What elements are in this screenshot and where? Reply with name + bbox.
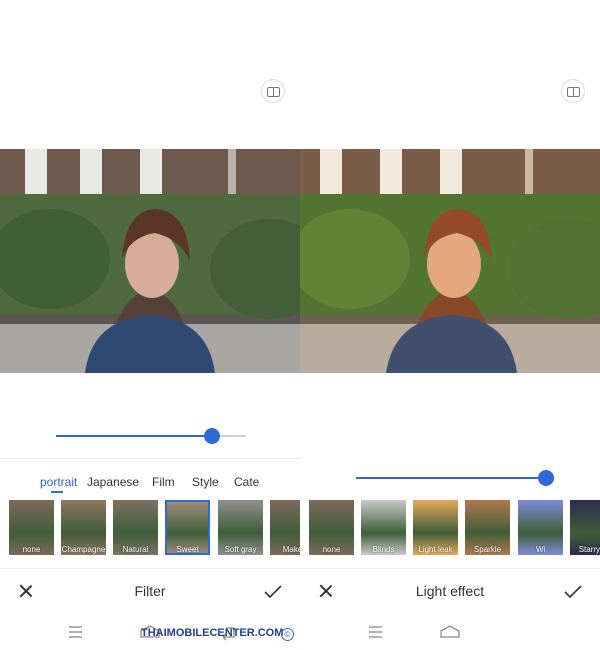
- effect-thumb-starry[interactable]: Starry c: [570, 500, 600, 555]
- thumb-label: Wi: [535, 545, 546, 554]
- filter-thumb-make[interactable]: Make: [270, 500, 300, 555]
- screen-title: Light effect: [415, 583, 485, 599]
- filter-intensity-slider[interactable]: [56, 428, 246, 444]
- thumb-label: Natural: [122, 545, 149, 554]
- effect-thumb-sparkle[interactable]: Sparkle: [465, 500, 510, 555]
- tab-style[interactable]: Style: [192, 475, 219, 489]
- slider-fill: [356, 477, 546, 479]
- slider-knob[interactable]: [203, 428, 220, 444]
- filter-thumb-champagne[interactable]: Champagne: [61, 500, 106, 555]
- system-nav-bar: [369, 625, 460, 638]
- tab-japanese[interactable]: Japanese: [87, 475, 139, 489]
- thumb-label: none: [22, 545, 41, 554]
- compare-button[interactable]: [561, 79, 585, 103]
- compare-icon: [267, 87, 280, 97]
- thumb-label: Make: [282, 545, 300, 554]
- menu-icon[interactable]: [69, 626, 82, 638]
- effect-thumb-light-leak[interactable]: Light leak: [413, 500, 458, 555]
- divider: [0, 458, 300, 459]
- divider: [300, 568, 600, 569]
- compare-icon: [567, 87, 580, 97]
- slider-fill: [56, 435, 212, 437]
- filter-thumb-none[interactable]: none: [9, 500, 54, 555]
- bottom-action-bar: Light effect: [300, 570, 600, 614]
- filter-screen: portrait Japanese Film Style Cate none C…: [0, 0, 300, 650]
- effect-thumb-window[interactable]: Wi: [518, 500, 563, 555]
- thumb-label: Starry c: [578, 545, 600, 554]
- thumb-label: Sparkle: [473, 545, 502, 554]
- check-icon[interactable]: [564, 585, 582, 599]
- home-icon[interactable]: [440, 625, 460, 638]
- divider: [0, 568, 300, 569]
- thumb-label: none: [322, 545, 341, 554]
- active-tab-indicator: [51, 491, 63, 493]
- filter-thumb-soft-gray[interactable]: Soft gray: [218, 500, 263, 555]
- menu-icon[interactable]: [369, 626, 382, 638]
- tab-cate[interactable]: Cate: [234, 475, 259, 489]
- slider-knob[interactable]: [538, 470, 554, 486]
- filter-thumb-natural[interactable]: Natural: [113, 500, 158, 555]
- thumb-label: Light leak: [418, 545, 453, 554]
- thumb-label: Soft gray: [224, 545, 257, 554]
- light-effect-intensity-slider[interactable]: [356, 470, 554, 486]
- bottom-action-bar: Filter: [0, 570, 300, 614]
- compare-button[interactable]: [261, 79, 285, 103]
- tab-portrait[interactable]: portrait: [40, 475, 77, 489]
- thumb-label: Sweet: [176, 545, 199, 554]
- tab-film[interactable]: Film: [152, 475, 175, 489]
- watermark-text: THAIMOBILECENTER.COM: [141, 627, 284, 639]
- light-effect-thumbnails: none Blinds Light leak Sparkle Wi Starry…: [300, 500, 600, 557]
- copyright-icon: ©: [281, 628, 294, 641]
- filter-thumbnails: none Champagne Natural Sweet Soft gray M…: [0, 500, 300, 557]
- thumb-label: Champagne: [61, 545, 106, 554]
- filter-category-tabs: portrait Japanese Film Style Cate: [0, 475, 300, 495]
- thumb-label: Blinds: [372, 545, 395, 554]
- screen-title: Filter: [134, 583, 166, 599]
- light-effect-screen: none Blinds Light leak Sparkle Wi Starry…: [300, 0, 600, 650]
- effect-thumb-blinds[interactable]: Blinds: [361, 500, 406, 555]
- effect-thumb-none[interactable]: none: [309, 500, 354, 555]
- portrait-photo: [0, 149, 300, 373]
- check-icon[interactable]: [264, 585, 282, 599]
- filter-thumb-sweet[interactable]: Sweet: [165, 500, 210, 555]
- portrait-photo-light-effect: [300, 149, 600, 373]
